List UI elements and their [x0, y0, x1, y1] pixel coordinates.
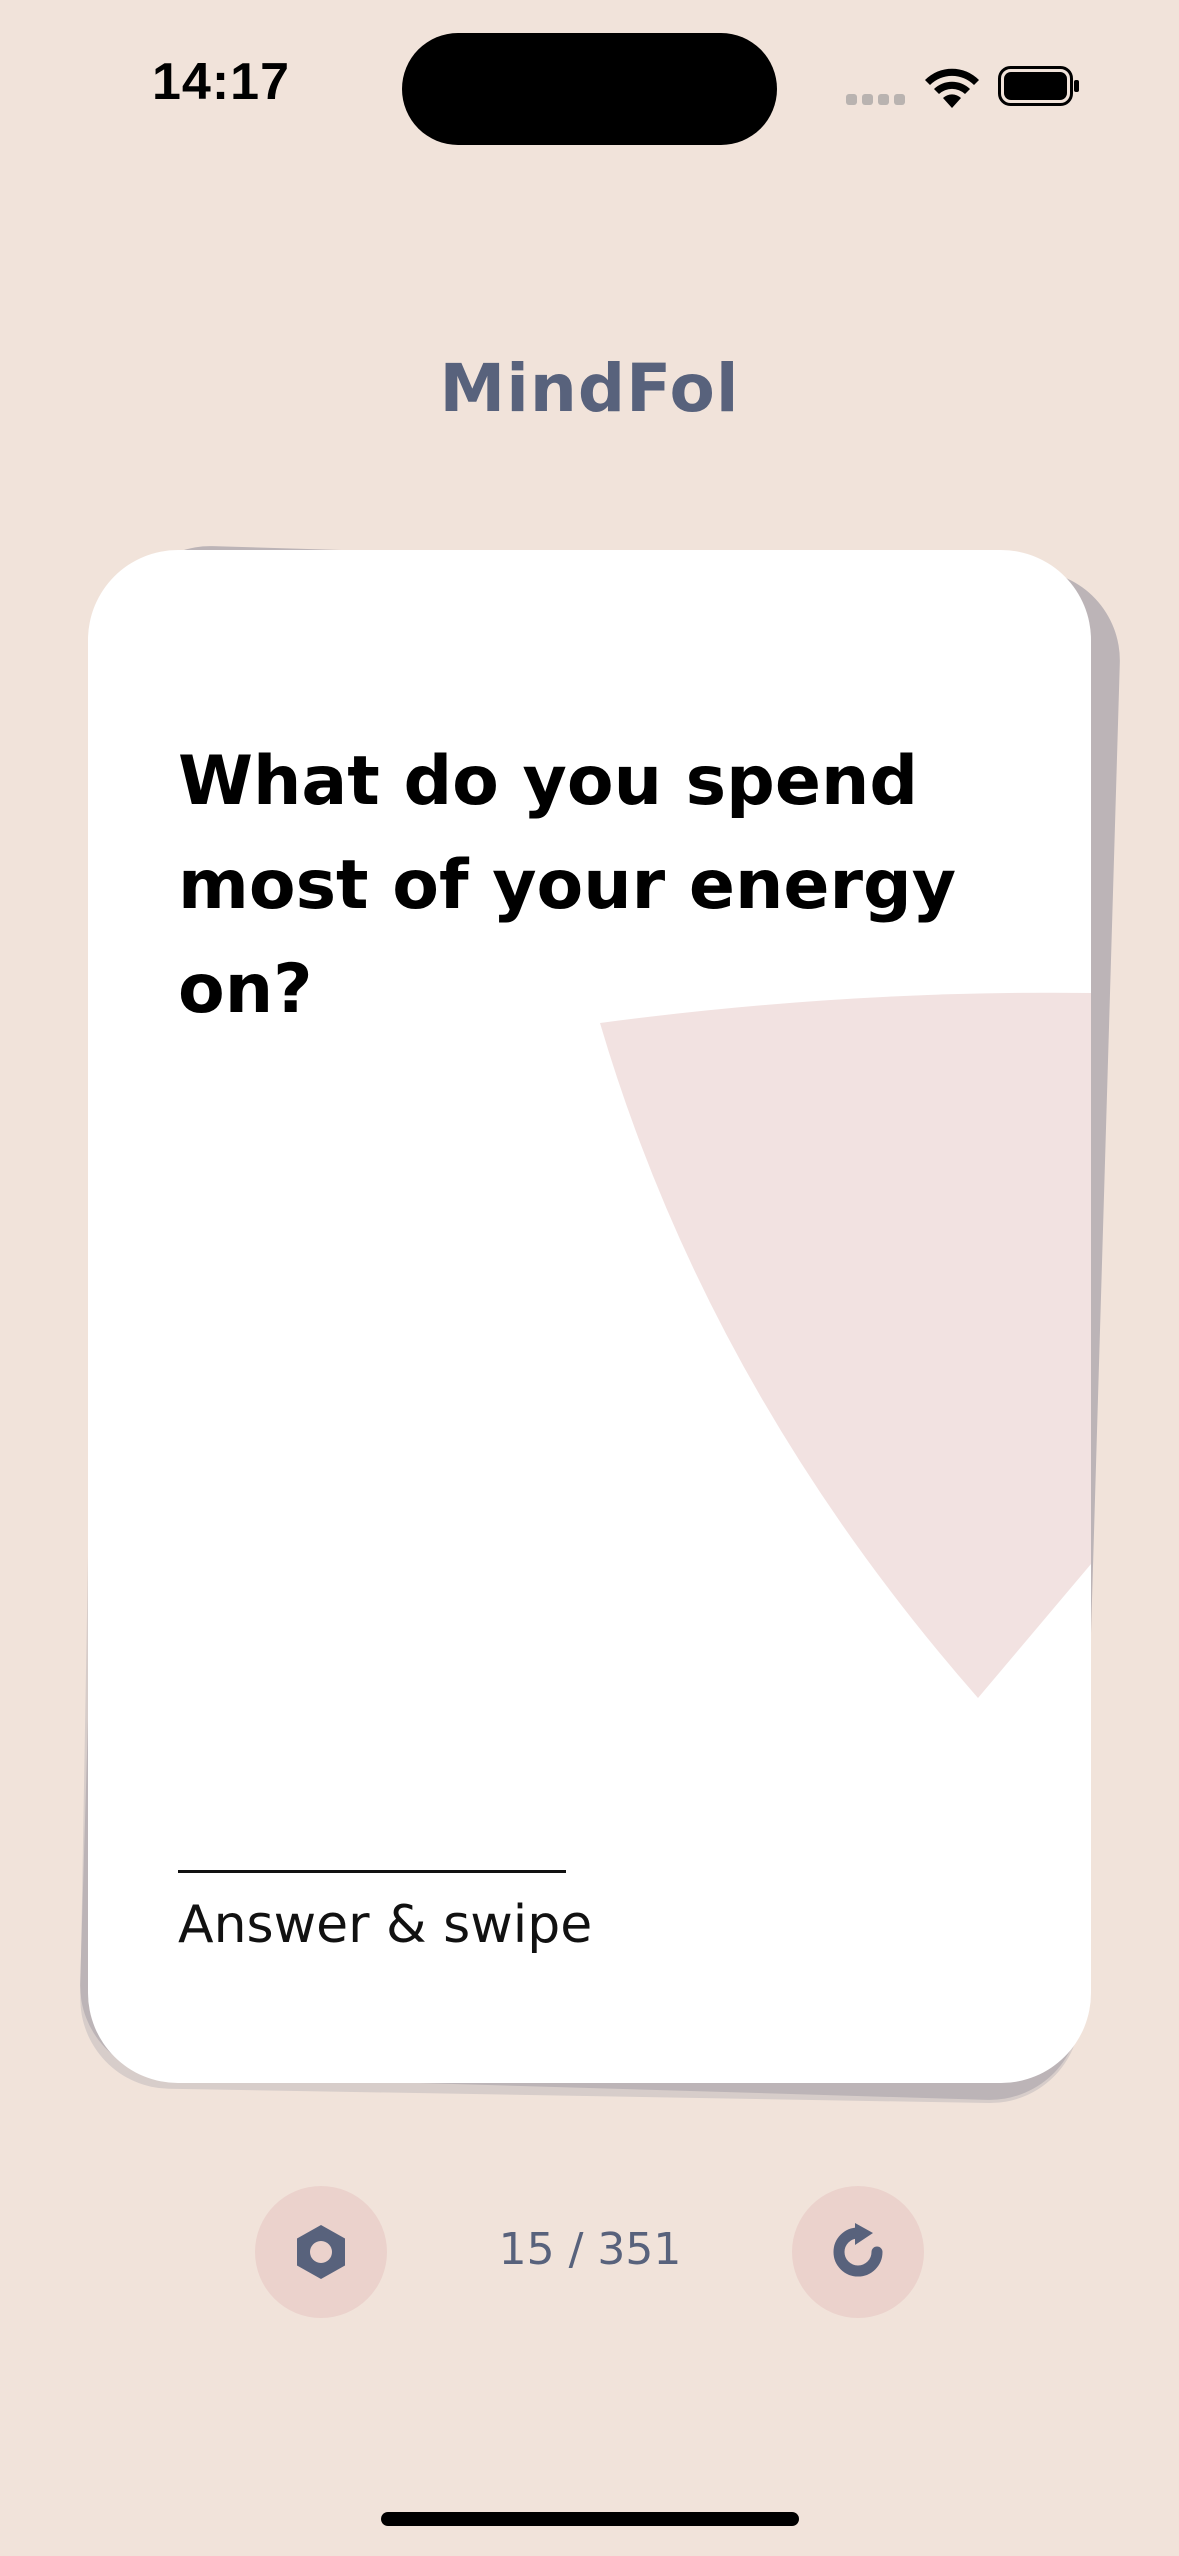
battery-icon — [998, 66, 1079, 106]
home-indicator[interactable] — [381, 2512, 799, 2526]
settings-button[interactable] — [255, 2186, 387, 2318]
status-bar: 14:17 — [0, 0, 1179, 170]
card-counter: 15 / 351 — [498, 2224, 682, 2275]
app-logo: MindFol — [439, 350, 740, 427]
question-text: What do you spend most of your energy on… — [178, 742, 957, 1029]
hint-divider — [178, 1870, 566, 1873]
cellular-signal-icon — [846, 94, 906, 106]
wifi-icon — [925, 68, 979, 108]
question-card[interactable]: What do you spend most of your energy on… — [88, 550, 1091, 2083]
bottom-controls: 15 / 351 — [0, 2186, 1179, 2318]
refresh-icon — [833, 2223, 883, 2277]
swipe-hint: Answer & swipe — [178, 1895, 593, 1955]
refresh-button[interactable] — [792, 2186, 924, 2318]
dynamic-island — [402, 33, 777, 145]
status-time: 14:17 — [152, 53, 290, 111]
hexagon-settings-icon — [297, 2225, 345, 2279]
